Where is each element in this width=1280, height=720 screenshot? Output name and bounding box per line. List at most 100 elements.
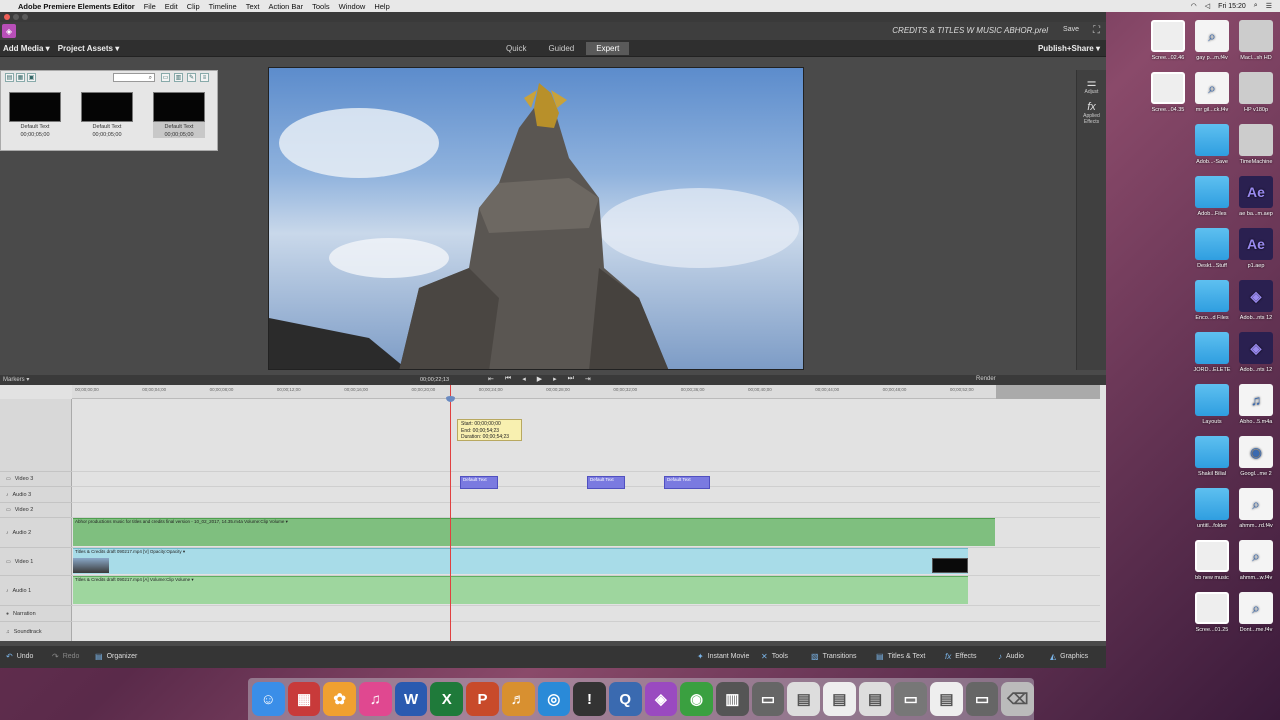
desktop-item-app[interactable]: ◈ Adob...nts 12 xyxy=(1230,332,1280,373)
menu-action-bar[interactable]: Action Bar xyxy=(269,2,304,11)
desktop-item-file[interactable]: ⌕ Dont...me.f4v xyxy=(1230,592,1280,633)
time-ruler[interactable]: 00;00;00;00 00;00;04;00 00;00;08;00 00;00;1… xyxy=(72,385,1100,399)
quicktime-icon[interactable]: Q xyxy=(608,682,642,716)
track-header-video-2[interactable]: ▭ Video 2 xyxy=(0,502,72,517)
music-audio-clip[interactable]: Abhor productions music for titles and c… xyxy=(73,518,995,546)
transitions-button[interactable]: ▧ Transitions xyxy=(811,652,857,661)
desktop-item-app[interactable]: ◈ Adob...nts 12 xyxy=(1230,280,1280,321)
delete-icon[interactable]: ▥ xyxy=(174,73,183,82)
thumbnail-view-icon[interactable]: ▣ xyxy=(27,73,36,82)
asset-tile[interactable]: Default Text 00;00;05;00 xyxy=(153,92,205,138)
desktop-item-chrome[interactable]: ◉ Googl...me 2 xyxy=(1230,436,1280,477)
desktop-item-file[interactable]: ⌕ ahmm...w.f4v xyxy=(1230,540,1280,581)
desktop-item-ae[interactable]: Ae ae ba...m.aep xyxy=(1230,176,1280,217)
goto-start-icon[interactable]: ⇤ xyxy=(488,375,494,383)
track-header-audio-1[interactable]: ♪ Audio 1 xyxy=(0,575,72,605)
desktop-item-ae[interactable]: Ae p1.aep xyxy=(1230,228,1280,269)
clock[interactable]: Fri 15:20 xyxy=(1218,3,1246,10)
title-clip[interactable]: Default Text xyxy=(587,476,625,489)
effects-button[interactable]: fx Effects xyxy=(945,652,977,661)
warning-app-icon[interactable]: ! xyxy=(573,682,606,716)
grid-view-icon[interactable]: ▦ xyxy=(16,73,25,82)
volume-icon[interactable]: ◁ xyxy=(1205,2,1210,10)
screenshot-icon[interactable]: ▭ xyxy=(894,682,928,716)
title-clip[interactable]: Default Text xyxy=(664,476,710,489)
document-icon[interactable]: ▤ xyxy=(930,682,963,716)
menu-timeline[interactable]: Timeline xyxy=(209,2,237,11)
trash-icon[interactable]: ⌫ xyxy=(1001,682,1035,716)
tab-quick[interactable]: Quick xyxy=(496,42,536,55)
undo-button[interactable]: ↶ Undo xyxy=(6,652,33,661)
asset-tile[interactable]: Default Text 00;00;05;00 xyxy=(81,92,133,138)
video-audio-clip[interactable]: Titles & Credits draft 090217.mp4 [A] Vo… xyxy=(73,576,968,604)
screenshot-icon[interactable]: ▭ xyxy=(751,682,785,716)
track-header-video-1[interactable]: ▭ Video 1 xyxy=(0,547,72,575)
zoom-window-button[interactable] xyxy=(22,14,28,20)
menu-text[interactable]: Text xyxy=(246,2,260,11)
video-clip[interactable]: Titles & Credits draft 090217.mp4 [V] Op… xyxy=(73,548,968,574)
minimize-window-button[interactable] xyxy=(13,14,19,20)
menu-edit[interactable]: Edit xyxy=(165,2,178,11)
itunes-icon[interactable]: ♫ xyxy=(359,682,392,716)
premiere-elements-icon[interactable]: ◈ xyxy=(644,682,678,716)
screenshot-icon[interactable]: ▭ xyxy=(965,682,999,716)
wifi-icon[interactable]: ◠ xyxy=(1191,2,1197,10)
step-back-icon[interactable]: ⏮ xyxy=(505,375,511,383)
track-header-video-3[interactable]: ▭ Video 3 xyxy=(0,471,72,486)
list-view-icon[interactable]: ▤ xyxy=(5,73,14,82)
photo-booth-icon[interactable]: ▦ xyxy=(287,682,321,716)
step-forward-icon[interactable]: ⏭ xyxy=(568,375,574,383)
garageband-icon[interactable]: ♬ xyxy=(501,682,535,716)
document-icon[interactable]: ▤ xyxy=(787,682,820,716)
mixer-icon[interactable]: ▥ xyxy=(715,682,749,716)
markers-menu[interactable]: Markers ▾ xyxy=(3,376,29,383)
close-window-button[interactable] xyxy=(4,14,10,20)
safari-icon[interactable]: ◎ xyxy=(537,682,571,716)
document-icon[interactable]: ▤ xyxy=(858,682,892,716)
desktop-item-drive[interactable]: TimeMachine xyxy=(1230,124,1280,165)
organizer-button[interactable]: ▤ Organizer xyxy=(95,652,137,661)
fullscreen-icon[interactable]: ⛶ xyxy=(1093,25,1100,36)
applied-effects-button[interactable]: fx Applied Effects xyxy=(1077,101,1106,125)
app-menu[interactable]: Adobe Premiere Elements Editor xyxy=(18,2,135,11)
word-icon[interactable]: W xyxy=(394,682,428,716)
menu-tools[interactable]: Tools xyxy=(312,2,330,11)
menu-clip[interactable]: Clip xyxy=(187,2,200,11)
audio-button[interactable]: ♪ Audio xyxy=(998,652,1024,661)
publish-share-button[interactable]: Publish+Share ▾ xyxy=(1038,44,1100,53)
project-assets-button[interactable]: Project Assets ▾ xyxy=(58,44,120,53)
finder-icon[interactable]: ☺ xyxy=(252,682,285,716)
track-lane-soundtrack[interactable] xyxy=(72,621,1100,641)
desktop-item-drive[interactable]: HP v180p xyxy=(1230,72,1280,113)
menu-help[interactable]: Help xyxy=(374,2,389,11)
track-header-narration[interactable]: ● Narration xyxy=(0,605,72,621)
track-lane-video-3[interactable] xyxy=(72,471,1100,486)
edit-icon[interactable]: ✎ xyxy=(187,73,196,82)
photos-icon[interactable]: ✿ xyxy=(323,682,357,716)
timecode-readout[interactable]: 00;00;22;13 xyxy=(420,377,449,383)
add-media-button[interactable]: Add Media ▾ xyxy=(3,44,50,53)
powerpoint-icon[interactable]: P xyxy=(466,682,499,716)
track-header-audio-2[interactable]: ♪ Audio 2 xyxy=(0,517,72,547)
goto-end-icon[interactable]: ⇥ xyxy=(585,375,591,383)
assets-search-input[interactable]: ⌕ xyxy=(113,73,155,82)
track-lane-audio-3[interactable] xyxy=(72,486,1100,502)
track-header-audio-3[interactable]: ♪ Audio 3 xyxy=(0,486,72,502)
chrome-icon[interactable]: ◉ xyxy=(680,682,713,716)
frame-back-icon[interactable]: ◂ xyxy=(522,375,526,383)
document-icon[interactable]: ▤ xyxy=(823,682,856,716)
asset-tile[interactable]: Default Text 00;00;05;00 xyxy=(9,92,61,138)
desktop-item-audio[interactable]: ♫ Abho...5.m4a xyxy=(1230,384,1280,425)
desktop-item-file[interactable]: ⌕ ahmm...rd.f4v xyxy=(1230,488,1280,529)
tab-guided[interactable]: Guided xyxy=(538,42,584,55)
desktop-item-drive[interactable]: Macl...sh HD xyxy=(1230,20,1280,61)
titles-text-button[interactable]: ▤ Titles & Text xyxy=(876,652,925,661)
spotlight-icon[interactable]: ⌕ xyxy=(1254,2,1258,10)
notification-icon[interactable]: ☰ xyxy=(1266,2,1272,10)
title-clip[interactable]: Default Text xyxy=(460,476,498,489)
render-button[interactable]: Render xyxy=(976,376,996,382)
menu-window[interactable]: Window xyxy=(339,2,366,11)
play-icon[interactable]: ▶ xyxy=(537,375,542,383)
save-button[interactable]: Save xyxy=(1063,26,1079,33)
tools-button[interactable]: ✕ Tools xyxy=(761,652,788,661)
